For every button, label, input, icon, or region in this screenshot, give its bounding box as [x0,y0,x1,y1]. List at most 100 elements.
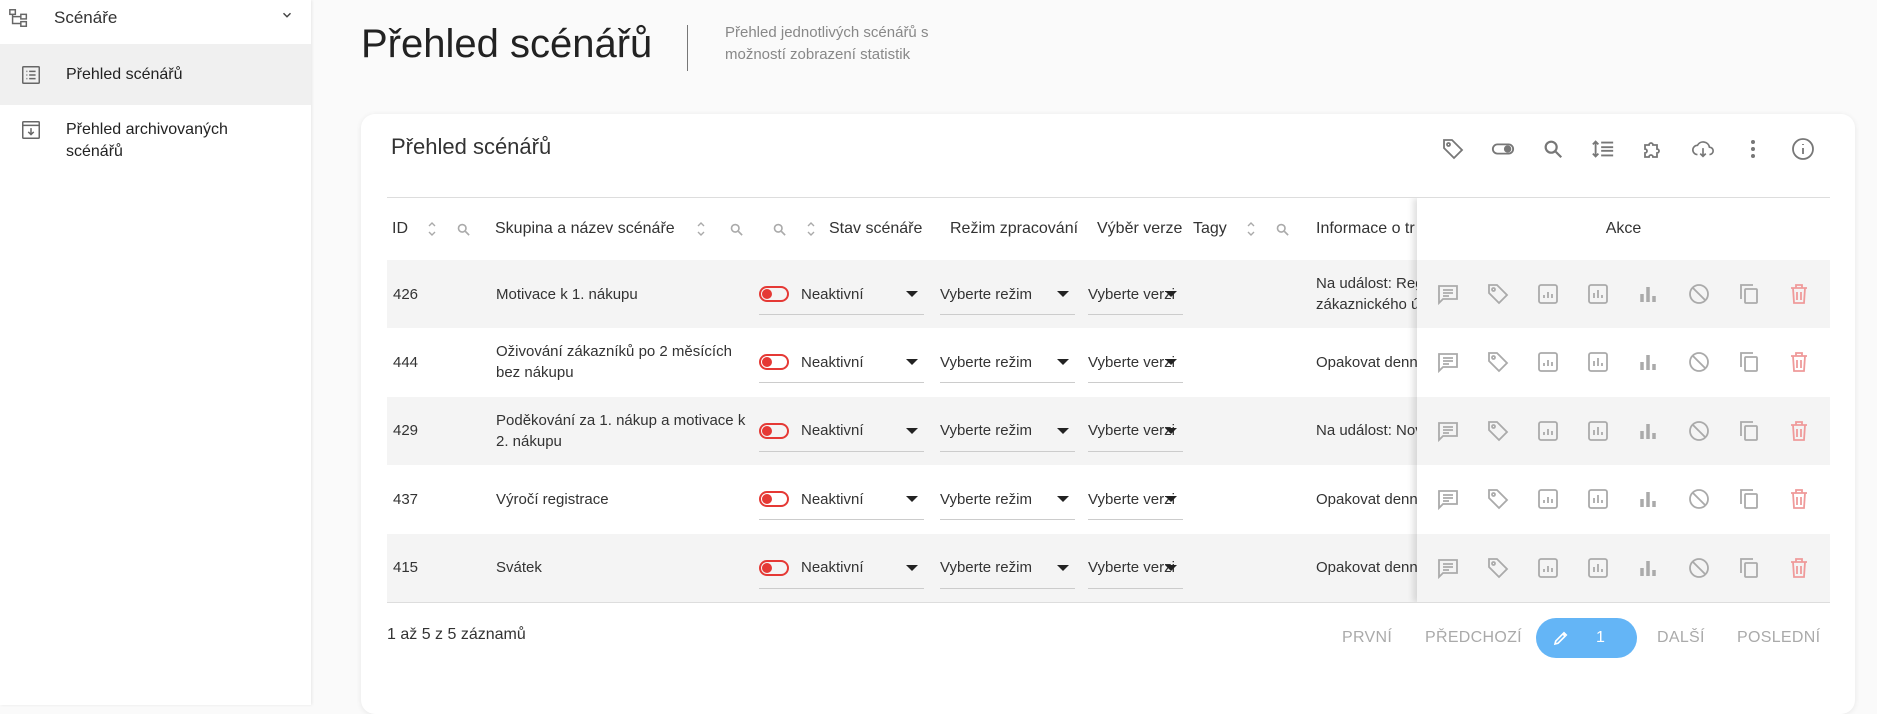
row-density-button[interactable] [1591,136,1615,162]
column-header-tags[interactable]: Tagy [1193,198,1290,260]
status-select[interactable]: Neaktivní [759,548,924,589]
copy-icon[interactable] [1737,487,1761,511]
sort-icon[interactable] [695,220,707,238]
pagination-current-page[interactable]: 1 [1536,618,1637,658]
column-search-icon[interactable] [772,222,787,237]
version-select[interactable]: Vyberte verzi [1088,479,1183,521]
cloud-download-icon [1692,141,1714,158]
mode-select[interactable]: Vyberte režim [940,548,1075,589]
copy-icon[interactable] [1737,350,1761,374]
stats-icon[interactable] [1586,419,1610,443]
stats-icon[interactable] [1586,282,1610,306]
chevron-down-icon[interactable] [280,8,294,22]
stats-icon[interactable] [1586,556,1610,580]
pagination-previous[interactable]: PŘEDCHOZÍ [1425,618,1522,658]
copy-icon[interactable] [1737,282,1761,306]
status-select[interactable]: Neaktivní [759,479,924,521]
report-icon[interactable] [1536,419,1560,443]
stats-icon[interactable] [1586,487,1610,511]
mode-select[interactable]: Vyberte režim [940,342,1075,384]
sort-icon[interactable] [1245,220,1257,238]
mode-select[interactable]: Vyberte režim [940,411,1075,452]
sidebar-item-scenarios-overview[interactable]: Přehled scénářů [0,44,311,105]
bar-chart-icon[interactable] [1636,419,1660,443]
download-button[interactable] [1691,136,1715,162]
block-icon[interactable] [1687,350,1711,374]
more-button[interactable] [1741,136,1765,162]
toggle-columns-button[interactable] [1491,136,1515,162]
status-toggle[interactable] [759,286,789,302]
search-button[interactable] [1541,136,1565,162]
comment-icon[interactable] [1436,419,1460,443]
cell-name: Poděkování za 1. nákup a motivace k 2. n… [496,411,746,450]
block-icon[interactable] [1687,282,1711,306]
bar-chart-icon[interactable] [1636,282,1660,306]
delete-icon[interactable] [1787,487,1811,511]
delete-icon[interactable] [1787,419,1811,443]
version-select[interactable]: Vyberte verzi [1088,342,1183,384]
column-search-icon[interactable] [1275,222,1290,237]
report-icon[interactable] [1536,282,1560,306]
bar-chart-icon[interactable] [1636,556,1660,580]
block-icon[interactable] [1687,487,1711,511]
bar-chart-icon[interactable] [1636,487,1660,511]
pagination-first[interactable]: PRVNÍ [1342,618,1392,658]
info-button[interactable] [1791,136,1815,162]
delete-icon[interactable] [1787,556,1811,580]
pagination-next[interactable]: DALŠÍ [1657,618,1705,658]
block-icon[interactable] [1687,419,1711,443]
delete-icon[interactable] [1787,282,1811,306]
status-select[interactable]: Neaktivní [759,411,924,452]
comment-icon[interactable] [1436,487,1460,511]
sort-icon[interactable] [426,220,438,238]
comment-icon[interactable] [1436,350,1460,374]
copy-icon[interactable] [1737,419,1761,443]
column-header-version[interactable]: Výběr verze [1097,198,1182,260]
status-toggle[interactable] [759,491,789,508]
tag-button[interactable] [1441,136,1465,162]
actions-row [1417,396,1830,465]
bar-chart-icon[interactable] [1636,350,1660,374]
mode-select[interactable]: Vyberte režim [940,479,1075,521]
column-header-status[interactable]: Stav scénáře [772,198,922,260]
tag-icon[interactable] [1486,282,1510,306]
tag-icon[interactable] [1486,419,1510,443]
tag-icon[interactable] [1486,487,1510,511]
version-select[interactable]: Vyberte verzi [1088,274,1183,315]
column-search-icon[interactable] [729,222,744,237]
report-icon[interactable] [1536,487,1560,511]
status-select[interactable]: Neaktivní [759,274,924,315]
sidebar-group-scenarios[interactable]: Scénáře [0,0,311,36]
sidebar-item-archived-scenarios[interactable]: Přehled archivovaných scénářů [0,119,311,163]
extensions-button[interactable] [1641,136,1665,162]
version-select[interactable]: Vyberte verzi [1088,548,1183,589]
actions-column: Akce [1417,198,1830,602]
status-select[interactable]: Neaktivní [759,342,924,384]
copy-icon[interactable] [1737,556,1761,580]
report-icon[interactable] [1536,350,1560,374]
comment-icon[interactable] [1436,282,1460,306]
status-toggle[interactable] [759,422,789,439]
report-icon[interactable] [1536,556,1560,580]
column-header-mode[interactable]: Režim zpracování [950,198,1078,260]
tag-icon[interactable] [1486,350,1510,374]
dropdown-arrow-icon [1165,564,1177,571]
comment-icon[interactable] [1436,556,1460,580]
column-header-name[interactable]: Skupina a název scénáře [495,198,744,260]
column-header-id[interactable]: ID [392,198,471,260]
tag-icon [1443,139,1464,160]
version-select[interactable]: Vyberte verzi [1088,411,1183,452]
status-toggle[interactable] [759,559,789,576]
status-toggle[interactable] [759,354,789,371]
column-search-icon[interactable] [456,222,471,237]
block-icon[interactable] [1687,556,1711,580]
stats-icon[interactable] [1586,350,1610,374]
pagination-last[interactable]: POSLEDNÍ [1737,618,1820,658]
delete-icon[interactable] [1787,350,1811,374]
mode-select[interactable]: Vyberte režim [940,274,1075,315]
line-spacing-icon [1592,140,1614,158]
column-header-info[interactable]: Informace o tr [1316,198,1416,260]
sort-icon[interactable] [805,220,817,238]
tag-icon[interactable] [1486,556,1510,580]
title-divider [687,25,688,71]
